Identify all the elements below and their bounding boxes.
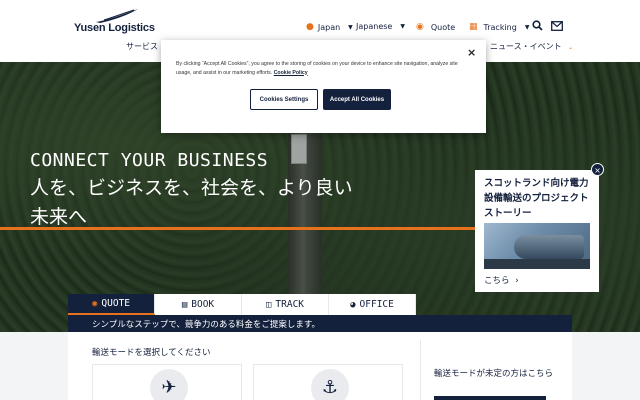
tracking-label: Tracking: [483, 22, 517, 32]
location-pin-icon: ●: [306, 22, 314, 32]
trailer-image: [484, 259, 590, 269]
airplane-icon: ✈: [150, 369, 188, 400]
book-icon: ▤: [181, 299, 188, 310]
hero-accent-rule: [0, 227, 480, 230]
undecided-mode-label: 輸送モードが未定の方はこちら: [434, 369, 554, 379]
tab-description-bar: シンプルなステップで、競争力のある料金をご提案します。: [68, 315, 572, 332]
chevron-down-icon: ⌄: [568, 44, 574, 51]
cookie-message: By clicking “Accept All Cookies”, you ag…: [176, 60, 472, 77]
undecided-contact-button[interactable]: [434, 396, 546, 400]
brand-logo[interactable]: Yusen Logistics: [74, 8, 155, 36]
tab-book[interactable]: ▤ BOOK: [155, 294, 242, 315]
close-icon[interactable]: ×: [467, 46, 476, 59]
search-icon: [532, 20, 543, 31]
arrow-right-icon: ›: [515, 276, 519, 286]
language-label: Japanese: [356, 22, 393, 31]
quote-icon: ◉: [91, 298, 98, 309]
cookie-banner: × By clicking “Accept All Cookies”, you …: [161, 40, 486, 133]
tab-quote[interactable]: ◉ QUOTE: [68, 294, 155, 315]
tab-book-label: BOOK: [191, 299, 215, 310]
cookies-settings-button[interactable]: Cookies Settings: [250, 89, 318, 110]
cookie-message-text: By clicking “Accept All Cookies”, you ag…: [176, 61, 458, 76]
hero-headline-jp: 人を、ビジネスを、社会を、より良い: [30, 177, 353, 199]
cookie-policy-link[interactable]: Cookie Policy: [274, 70, 308, 76]
nav-services-label: サービス: [126, 42, 158, 51]
story-card[interactable]: スコットランド向け電力設備輸送のプロジェクトストーリー こちら ›: [475, 170, 599, 292]
language-selector[interactable]: Japanese ▼: [356, 22, 405, 31]
story-title: スコットランド向け電力設備輸送のプロジェクトストーリー: [484, 178, 589, 219]
chevron-down-icon: ▼: [524, 23, 530, 31]
mail-icon: [551, 21, 563, 31]
chevron-down-icon: ▼: [400, 23, 405, 30]
map-icon: ◫: [265, 299, 272, 310]
story-close-button[interactable]: ×: [591, 163, 604, 176]
quote-label: Quote: [430, 22, 456, 32]
ship-icon: ⚓: [311, 369, 349, 400]
nav-news-events-label: ニュース・イベント: [490, 42, 562, 51]
story-link-label: こちら: [484, 276, 510, 286]
hero-headline-en: CONNECT YOUR BUSINESS: [30, 150, 269, 171]
contact-mail-button[interactable]: [551, 21, 563, 31]
hero-headline-jp-2: 未来へ: [30, 206, 88, 228]
quote-icon: ◉: [416, 22, 424, 32]
select-mode-label: 輸送モードを選択してください: [92, 348, 211, 358]
tab-track-label: TRACK: [275, 299, 305, 310]
tracking-icon: ▦: [469, 22, 478, 32]
tab-track[interactable]: ◫ TRACK: [242, 294, 329, 315]
service-tabs: ◉ QUOTE ▤ BOOK ◫ TRACK ◕ OFFICE: [68, 294, 416, 315]
search-button[interactable]: [532, 20, 543, 31]
region-selector[interactable]: ● Japan ▼: [306, 22, 353, 32]
panel-divider: [420, 340, 421, 400]
tracking-selector[interactable]: ▦ Tracking ▼: [469, 22, 529, 32]
tab-office-label: OFFICE: [359, 299, 394, 310]
quote-link[interactable]: ◉ Quote: [416, 22, 455, 32]
story-link[interactable]: こちら ›: [484, 274, 519, 286]
accept-all-cookies-button[interactable]: Accept All Cookies: [323, 89, 391, 110]
nav-news-events[interactable]: ニュース・イベント ⌄: [490, 41, 573, 52]
tab-description: シンプルなステップで、競争力のある料金をご提案します。: [92, 320, 321, 330]
tab-office[interactable]: ◕ OFFICE: [329, 294, 416, 315]
region-label: Japan: [317, 22, 341, 32]
tab-quote-label: QUOTE: [101, 298, 131, 309]
equipment-image: [514, 235, 584, 259]
brand-name: Yusen Logistics: [74, 22, 155, 34]
story-image: [484, 223, 590, 269]
chevron-down-icon: ▼: [348, 23, 353, 31]
globe-icon: ◕: [350, 299, 356, 310]
